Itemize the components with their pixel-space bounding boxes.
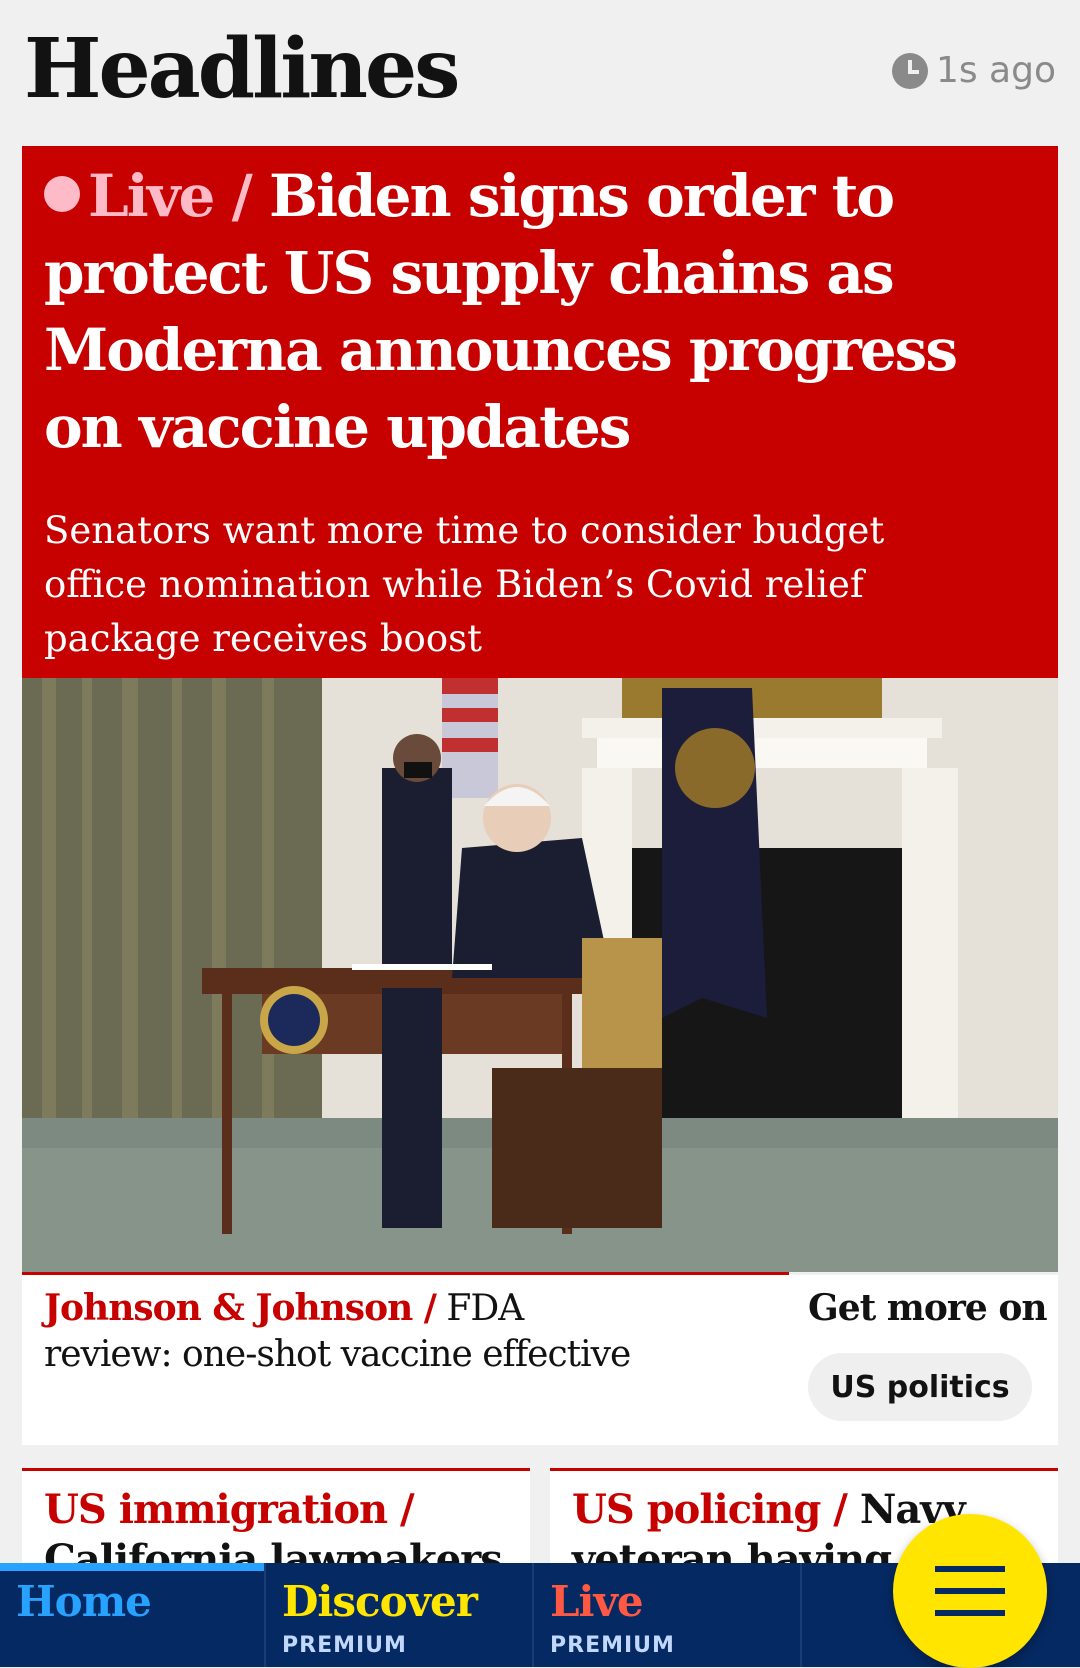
sub-story-kicker: Johnson & Johnson / [44, 1287, 437, 1329]
sub-story-row[interactable]: Johnson & Johnson / FDA review: one-shot… [22, 1275, 1058, 1445]
story-card-kicker: US policing / [572, 1486, 848, 1533]
live-kicker: Live / [88, 162, 253, 230]
tag-us-politics-button[interactable]: US politics [808, 1353, 1032, 1421]
lead-headline[interactable]: Live / Biden signs order to protect US s… [44, 158, 1044, 466]
lead-photo [22, 678, 1058, 1272]
nav-discover-label: Discover [282, 1577, 478, 1626]
nav-discover-tab[interactable]: Discover PREMIUM [266, 1563, 534, 1667]
timestamp: 1s ago [891, 50, 1056, 91]
nav-home-tab[interactable]: Home [0, 1563, 266, 1667]
nav-live-label: Live [550, 1577, 644, 1626]
nav-live-tab[interactable]: Live PREMIUM [534, 1563, 802, 1667]
live-dot-icon [44, 176, 80, 212]
timestamp-text: 1s ago [935, 50, 1056, 91]
story-card-kicker: US immigration / [44, 1486, 415, 1533]
nav-discover-sub: PREMIUM [282, 1633, 407, 1658]
page-title: Headlines [24, 21, 460, 117]
header: Headlines 1s ago [0, 0, 1080, 146]
menu-button[interactable] [893, 1514, 1047, 1668]
sub-story[interactable]: Johnson & Johnson / FDA review: one-shot… [44, 1285, 644, 1378]
lead-image[interactable] [22, 678, 1058, 1272]
lead-standfirst: Senators want more time to consider budg… [44, 509, 885, 660]
lead-story-card[interactable]: Live / Biden signs order to protect US s… [22, 146, 1058, 678]
nav-live-sub: PREMIUM [550, 1633, 675, 1658]
clock-icon [891, 52, 928, 89]
nav-home-label: Home [16, 1577, 152, 1626]
get-more-heading: Get more on t [808, 1287, 1058, 1329]
